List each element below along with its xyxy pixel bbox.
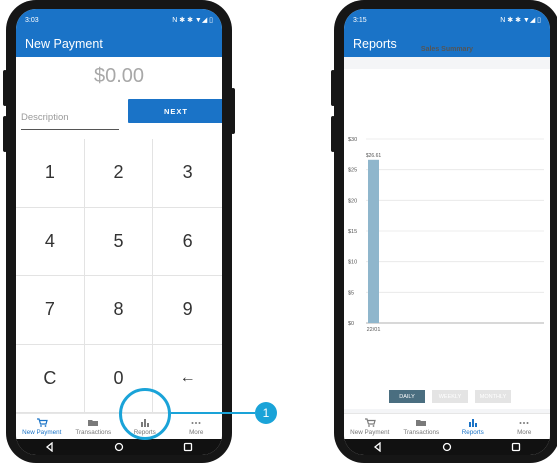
volume-button: [331, 116, 335, 152]
screen: 3:03 N ✱ ✱ ▼◢ ▯ New Payment $0.00 Descri…: [16, 9, 222, 455]
nav-label: Reports: [461, 429, 484, 436]
more-dots-icon: [518, 418, 530, 428]
nav-item-more[interactable]: More: [499, 414, 551, 440]
description-placeholder: Description: [21, 111, 69, 123]
amount-display: $0.00: [93, 65, 145, 87]
nav-item-reports[interactable]: Reports: [447, 414, 499, 440]
system-nav-bar: [344, 439, 550, 455]
back-icon[interactable]: [45, 442, 55, 452]
key-8[interactable]: 8: [84, 276, 154, 345]
y-tick-label: $5: [348, 290, 354, 296]
x-tick-label: 22/01: [367, 327, 381, 333]
bottom-nav: New Payment Transactions Reports More: [344, 413, 550, 440]
y-tick-label: $20: [348, 198, 357, 204]
toggle-monthly[interactable]: MONTHLY: [475, 390, 511, 403]
recents-icon[interactable]: [183, 442, 193, 452]
chart-title: Sales Summary: [420, 46, 474, 53]
screen: 3:15 N ✱ ✱ ▼◢ ▯ Reports Sales Summary $0…: [344, 9, 550, 455]
y-tick-label: $25: [348, 168, 357, 174]
key-4[interactable]: 4: [16, 207, 85, 276]
cart-icon: [36, 418, 48, 428]
y-tick-label: $30: [348, 137, 357, 143]
y-tick-label: $0: [348, 321, 354, 327]
status-icons: N ✱ ✱ ▼◢ ▯: [172, 17, 213, 24]
home-icon[interactable]: [442, 442, 452, 452]
y-tick-label: $15: [348, 229, 357, 235]
toggle-daily[interactable]: DAILY: [389, 390, 425, 403]
nav-label: More: [189, 429, 204, 436]
y-tick-label: $10: [348, 260, 357, 266]
callout-ring: [119, 388, 171, 440]
status-time: 3:03: [25, 16, 39, 24]
nav-label: New Payment: [350, 429, 390, 436]
nav-label: New Payment: [22, 429, 62, 436]
folder-icon: [87, 418, 99, 428]
nav-item-transactions[interactable]: Transactions: [68, 414, 120, 440]
phone-reports: 3:15 N ✱ ✱ ▼◢ ▯ Reports Sales Summary $0…: [331, 0, 557, 463]
volume-button: [3, 70, 7, 106]
nav-label: Transactions: [403, 429, 440, 436]
volume-button: [3, 116, 7, 152]
page-title: New Payment: [25, 37, 103, 51]
nav-item-transactions[interactable]: Transactions: [396, 414, 448, 440]
nav-label: Transactions: [75, 429, 112, 436]
key-2[interactable]: 2: [84, 139, 154, 208]
recents-icon[interactable]: [511, 442, 521, 452]
app-bar: Reports: [344, 31, 550, 57]
cart-icon: [364, 418, 376, 428]
key-7[interactable]: 7: [16, 276, 85, 345]
status-icons: N ✱ ✱ ▼◢ ▯: [500, 17, 541, 24]
key-6[interactable]: 6: [153, 208, 222, 276]
keypad: 1 2 3 4 5 6 7 8 9 C 0 ←: [16, 139, 222, 413]
system-nav-bar: [16, 439, 222, 455]
key-5[interactable]: 5: [84, 207, 154, 276]
nav-item-new-payment[interactable]: New Payment: [16, 414, 68, 440]
toggle-weekly[interactable]: WEEKLY: [432, 390, 468, 403]
more-dots-icon: [190, 418, 202, 428]
key-1[interactable]: 1: [16, 139, 85, 208]
key-C[interactable]: C: [16, 344, 85, 413]
bar-value-label: $26.61: [366, 153, 382, 159]
description-field[interactable]: Description: [21, 105, 119, 130]
sales-chart: $0 $5 $10 $15 $20 $25 $30 $26.61 22/01: [348, 137, 544, 333]
nav-label: More: [517, 429, 532, 436]
folder-icon: [415, 418, 427, 428]
nav-item-more[interactable]: More: [171, 414, 223, 440]
key-3[interactable]: 3: [153, 139, 222, 208]
bar-chart-icon: [467, 418, 479, 428]
callout-line: [171, 412, 255, 414]
back-icon[interactable]: [373, 442, 383, 452]
app-bar: New Payment: [16, 31, 222, 57]
phone-new-payment: 3:03 N ✱ ✱ ▼◢ ▯ New Payment $0.00 Descri…: [3, 0, 235, 463]
status-time: 3:15: [353, 16, 367, 24]
status-bar: 3:03 N ✱ ✱ ▼◢ ▯: [16, 9, 222, 31]
power-button: [231, 88, 235, 134]
callout-number: 1: [255, 402, 277, 424]
next-button[interactable]: NEXT: [128, 99, 222, 123]
status-bar: 3:15 N ✱ ✱ ▼◢ ▯: [344, 9, 550, 31]
bar[interactable]: [368, 159, 379, 323]
volume-button: [331, 70, 335, 106]
key-9[interactable]: 9: [153, 276, 222, 345]
nav-item-new-payment[interactable]: New Payment: [344, 414, 396, 440]
home-icon[interactable]: [114, 442, 124, 452]
